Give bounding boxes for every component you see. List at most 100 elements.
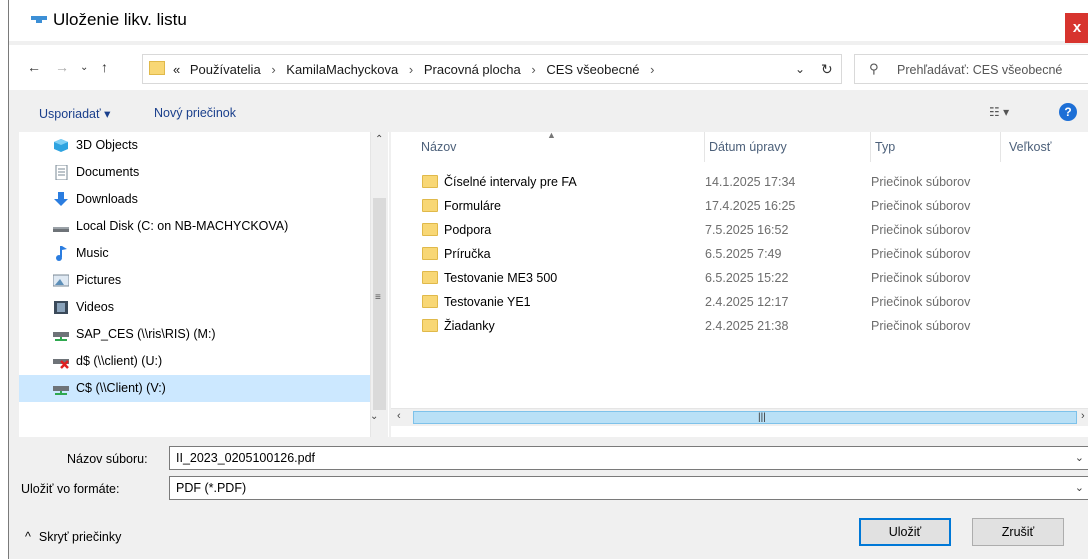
sort-ascending-icon: ▲ bbox=[547, 130, 556, 140]
view-options-icon[interactable]: ☷ ▾ bbox=[989, 105, 1009, 119]
filename-value: II_2023_0205100126.pdf bbox=[176, 451, 316, 465]
3d-objects-icon bbox=[54, 139, 68, 152]
file-row[interactable]: Testovanie YE1 2.4.2025 12:17 Priečinok … bbox=[391, 290, 1088, 314]
tree-item-3d-objects[interactable]: 3D Objects bbox=[19, 132, 371, 159]
new-folder-button[interactable]: Nový priečinok bbox=[154, 106, 236, 120]
file-row[interactable]: Príručka 6.5.2025 7:49 Priečinok súborov bbox=[391, 242, 1088, 266]
tree-item-videos[interactable]: Videos bbox=[19, 294, 371, 321]
hide-folders-toggle[interactable]: ^ Skryť priečinky bbox=[25, 530, 121, 544]
file-type: Priečinok súborov bbox=[871, 247, 971, 261]
folder-icon bbox=[422, 319, 438, 332]
column-header-date[interactable]: Dátum úpravy bbox=[705, 132, 871, 162]
breadcrumb-separator[interactable]: › bbox=[409, 62, 413, 77]
file-row[interactable]: Formuláre 17.4.2025 16:25 Priečinok súbo… bbox=[391, 194, 1088, 218]
downloads-icon bbox=[54, 192, 68, 206]
filename-label: Názov súboru: bbox=[67, 452, 148, 466]
tree-item-pictures[interactable]: Pictures bbox=[19, 267, 371, 294]
title-bar: Uloženie likv. listu x bbox=[9, 0, 1088, 43]
tree-item-local-disk[interactable]: Local Disk (C: on NB-MACHYCKOVA) bbox=[19, 213, 371, 240]
cancel-button[interactable]: Zrušiť bbox=[972, 518, 1064, 546]
breadcrumb-item[interactable]: KamilaMachyckova bbox=[286, 62, 398, 77]
tree-item-label: Downloads bbox=[76, 192, 138, 206]
breadcrumb-item[interactable]: Používatelia bbox=[190, 62, 261, 77]
horizontal-scrollbar[interactable]: ‹ ||| › bbox=[391, 408, 1088, 426]
format-label: Uložiť vo formáte: bbox=[21, 482, 119, 496]
save-dialog: Uloženie likv. listu x ← → ⌄ ↑ « Používa… bbox=[8, 0, 1088, 559]
scroll-right-icon[interactable]: › bbox=[1081, 410, 1085, 422]
file-date: 2.4.2025 21:38 bbox=[705, 319, 789, 333]
format-label-text: Uložiť vo formáte: bbox=[21, 482, 120, 496]
file-row[interactable]: Číselné intervaly pre FA 14.1.2025 17:34… bbox=[391, 170, 1088, 194]
column-header-type[interactable]: Typ bbox=[871, 132, 1001, 162]
chevron-down-icon[interactable]: ⌄ bbox=[1075, 481, 1084, 494]
tree-item-label: SAP_CES (\\ris\RIS) (M:) bbox=[76, 327, 216, 341]
file-name: Žiadanky bbox=[444, 319, 495, 333]
breadcrumb-overflow[interactable]: « bbox=[173, 62, 180, 77]
close-button[interactable]: x bbox=[1065, 13, 1088, 43]
address-dropdown-icon[interactable]: ⌄ bbox=[795, 62, 805, 76]
scroll-down-icon[interactable]: ⌄ bbox=[370, 411, 378, 422]
tree-item-music[interactable]: Music bbox=[19, 240, 371, 267]
breadcrumb-separator[interactable]: › bbox=[531, 62, 535, 77]
tree-item-downloads[interactable]: Downloads bbox=[19, 186, 371, 213]
scroll-grip-icon: ||| bbox=[758, 412, 766, 423]
file-row[interactable]: Žiadanky 2.4.2025 21:38 Priečinok súboro… bbox=[391, 314, 1088, 338]
navigation-pane: 3D Objects Documents Downloads Local Dis… bbox=[19, 132, 389, 437]
back-arrow-icon[interactable]: ← bbox=[27, 59, 41, 75]
filename-field[interactable]: II_2023_0205100126.pdf ⌄ bbox=[169, 446, 1088, 470]
tree-item-label: Local Disk (C: on NB-MACHYCKOVA) bbox=[76, 219, 289, 233]
scroll-up-icon[interactable]: ⌃ bbox=[375, 134, 383, 145]
tree-item-sap-ces[interactable]: SAP_CES (\\ris\RIS) (M:) bbox=[19, 321, 371, 348]
tree-item-label: 3D Objects bbox=[76, 138, 138, 152]
chevron-down-icon[interactable]: ⌄ bbox=[1075, 451, 1084, 464]
file-row[interactable]: Testovanie ME3 500 6.5.2025 15:22 Prieči… bbox=[391, 266, 1088, 290]
hide-folders-label: Skryť priečinky bbox=[38, 530, 122, 544]
file-date: 14.1.2025 17:34 bbox=[705, 175, 796, 189]
file-date: 2.4.2025 12:17 bbox=[705, 295, 789, 309]
filename-label-text: Názov súboru: bbox=[67, 452, 148, 466]
search-input[interactable]: Prehľadávať: CES všeobecné bbox=[897, 63, 1062, 77]
network-drive-icon bbox=[53, 332, 69, 341]
breadcrumb-separator[interactable]: › bbox=[650, 62, 654, 77]
scrollbar-thumb[interactable] bbox=[373, 198, 386, 410]
tree-item-label: Documents bbox=[76, 165, 140, 179]
scroll-left-icon[interactable]: ‹ bbox=[397, 410, 401, 422]
forward-arrow-icon[interactable]: → bbox=[55, 59, 69, 75]
file-type: Priečinok súborov bbox=[871, 199, 971, 213]
breadcrumb-separator[interactable]: › bbox=[271, 62, 275, 77]
column-header-label: Veľkosť bbox=[1009, 140, 1052, 154]
videos-icon bbox=[54, 301, 68, 314]
pictures-icon bbox=[53, 274, 69, 287]
help-icon[interactable]: ? bbox=[1059, 103, 1077, 121]
file-row[interactable]: Podpora 7.5.2025 16:52 Priečinok súborov bbox=[391, 218, 1088, 242]
tree-item-d-drive[interactable]: d$ (\\client) (U:) bbox=[19, 348, 371, 375]
organize-button[interactable]: Usporiadať ▾ bbox=[39, 106, 110, 121]
file-date: 7.5.2025 16:52 bbox=[705, 223, 789, 237]
cancel-button-label: Zrušiť bbox=[1001, 525, 1035, 539]
search-box[interactable]: ⚲ Prehľadávať: CES všeobecné bbox=[854, 54, 1088, 84]
breadcrumb-item[interactable]: CES všeobecné bbox=[546, 62, 639, 77]
tree-item-documents[interactable]: Documents bbox=[19, 159, 371, 186]
tree-item-c-drive[interactable]: C$ (\\Client) (V:) bbox=[19, 375, 371, 402]
address-bar[interactable]: « Používatelia › KamilaMachyckova › Prac… bbox=[142, 54, 842, 84]
up-arrow-icon[interactable]: ↑ bbox=[101, 59, 108, 75]
search-icon: ⚲ bbox=[869, 61, 879, 76]
navigation-scrollbar[interactable]: ⌃ ≡ bbox=[370, 132, 388, 437]
breadcrumb-item[interactable]: Pracovná plocha bbox=[424, 62, 521, 77]
file-date: 6.5.2025 15:22 bbox=[705, 271, 789, 285]
folder-icon bbox=[422, 175, 438, 188]
save-button[interactable]: Uložiť bbox=[859, 518, 951, 546]
documents-icon bbox=[55, 165, 68, 180]
scrollbar-thumb[interactable]: ||| bbox=[413, 411, 1077, 424]
local-disk-icon bbox=[53, 227, 69, 232]
folder-icon bbox=[149, 61, 165, 75]
file-list: Názov ▲ Dátum úpravy Typ Veľkosť Číselné… bbox=[391, 130, 1088, 437]
refresh-icon[interactable]: ↻ bbox=[821, 61, 833, 78]
tree-item-label: C$ (\\Client) (V:) bbox=[76, 381, 166, 395]
column-header-name[interactable]: Názov ▲ bbox=[391, 130, 705, 162]
file-name: Formuláre bbox=[444, 199, 501, 213]
recent-locations-chevron-icon[interactable]: ⌄ bbox=[80, 62, 88, 73]
column-header-size[interactable]: Veľkosť bbox=[1001, 132, 1088, 162]
save-button-label: Uložiť bbox=[888, 525, 922, 539]
format-select[interactable]: PDF (*.PDF) ⌄ bbox=[169, 476, 1088, 500]
